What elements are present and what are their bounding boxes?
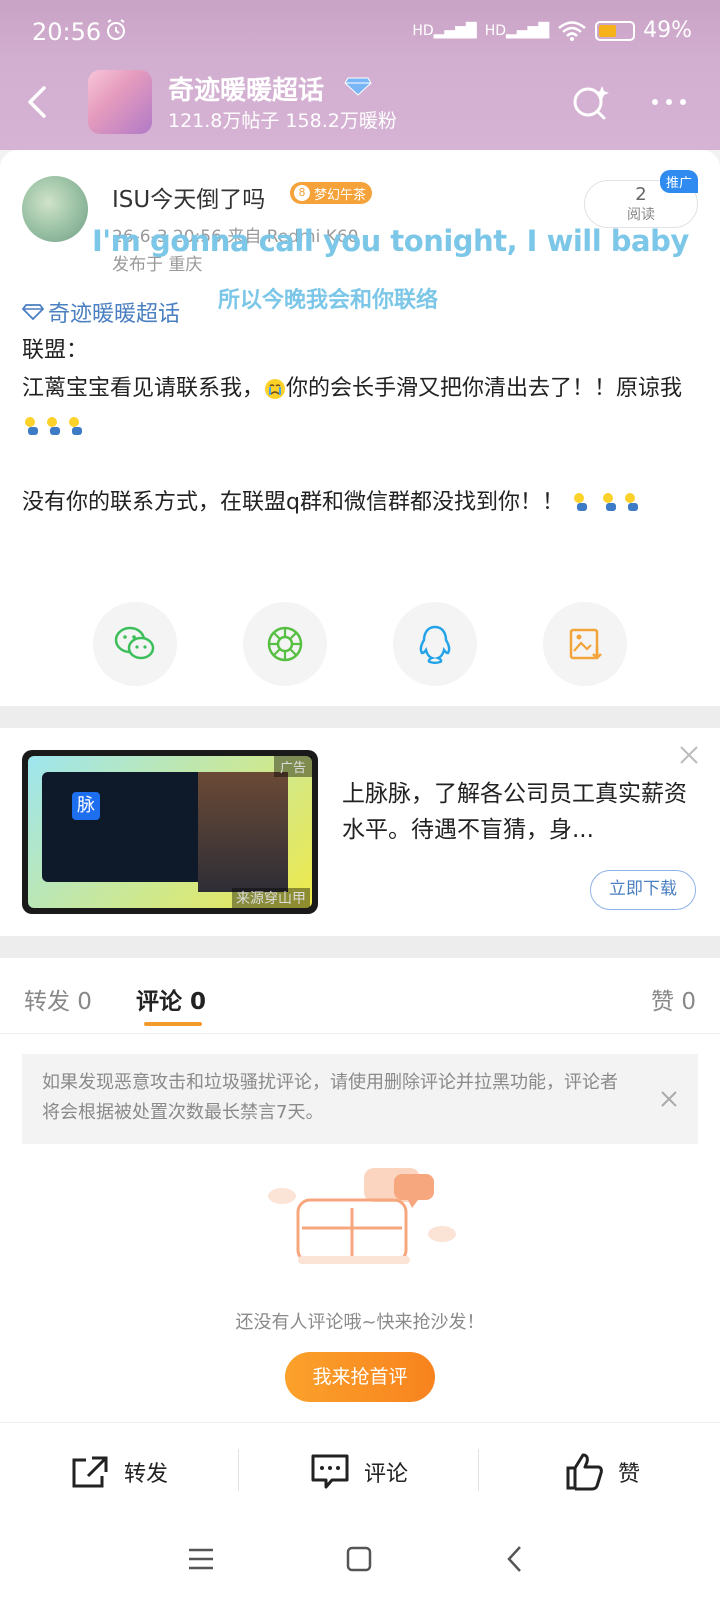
system-nav-bar: [0, 1520, 720, 1599]
action-separator-2: [478, 1449, 479, 1491]
menu-icon[interactable]: [186, 1544, 216, 1574]
lyric-overlay-chinese: 所以今晚我会和你联络: [218, 288, 439, 313]
kneel-emoji-icon: [573, 493, 587, 511]
ad-label: 广告: [273, 756, 312, 777]
share-wechat-button[interactable]: [93, 602, 177, 686]
lyric-overlay-english: I'm gonna call you tonight, I will baby: [92, 224, 689, 258]
signal-icon: HD▂▄▆█: [412, 22, 477, 39]
body-text-3: 没有你的联系方式，在联盟q群和微信群都没找到你！！: [22, 490, 564, 515]
kneel-emoji-icon: [69, 417, 82, 435]
ad-download-button[interactable]: 立即下载: [590, 870, 696, 910]
diamond-icon: [22, 304, 44, 320]
topic-stats: 121.8万帖子 158.2万暖粉: [168, 110, 397, 132]
signal-icon-2: HD▂▄▆█: [484, 22, 550, 39]
back-arrow-icon[interactable]: [20, 82, 56, 122]
share-row: [0, 602, 720, 686]
sparkle-search-icon[interactable]: [570, 82, 610, 122]
author-avatar[interactable]: [22, 176, 88, 242]
ad-text[interactable]: 上脉脉，了解各公司员工真实薪资水平。待遇不盲猜，身...: [342, 776, 692, 848]
level-title: 梦幻午茶: [314, 187, 367, 203]
body-paragraph: 江蓠宝宝看见请联系我， 你的会长手滑又把你清出去了！！原谅我: [22, 370, 698, 446]
maimai-logo: 脉: [72, 792, 100, 820]
empty-sofa-icon: [268, 1168, 456, 1264]
back-icon[interactable]: [500, 1544, 530, 1574]
battery-percent: 49%: [643, 18, 692, 43]
ad-card[interactable]: 脉 广告 来源穿山甲 上脉脉，了解各公司员工真实薪资水平。待遇不盲猜，身... …: [0, 728, 720, 936]
battery-icon: [595, 20, 636, 41]
author-name[interactable]: ISU今天倒了吗: [112, 180, 265, 214]
post-card: ISU今天倒了吗 8 梦幻午茶 26-6-3 20:56 来自 Redmi K6…: [0, 150, 720, 706]
author-level-badge: 8 梦幻午茶: [290, 182, 373, 204]
kneel-emoji-icon: [602, 493, 616, 511]
read-label: 阅读: [627, 207, 655, 223]
save-image-icon: [569, 628, 602, 660]
diamond-badge-icon: [344, 77, 372, 96]
action-separator: [238, 1449, 239, 1491]
more-options-icon[interactable]: [652, 94, 692, 110]
share-moments-button[interactable]: [243, 602, 327, 686]
crying-emoji-icon: [265, 379, 286, 399]
notice-text: 如果发现恶意攻击和垃圾骚扰评论，请使用删除评论并拉黑功能，评论者将会根据被处置次…: [42, 1072, 618, 1123]
section-divider-2: [0, 936, 720, 958]
empty-comments-text: 还没有人评论哦~快来抢沙发！: [235, 1312, 485, 1333]
action-bar: 转发 评论 赞: [0, 1422, 720, 1520]
tab-repost[interactable]: 转发 0: [24, 982, 92, 1016]
like-label: 赞: [618, 1462, 641, 1487]
ad-thumbnail[interactable]: 脉 广告 来源穿山甲: [22, 750, 318, 914]
comment-tabs: 转发 0 评论 0 赞 0: [0, 958, 720, 1034]
moments-icon: [267, 626, 303, 662]
ad-source: 来源穿山甲: [232, 888, 310, 908]
share-qq-button[interactable]: [393, 602, 477, 686]
thumbs-up-icon: [566, 1453, 603, 1491]
ad-thumb-panel: [42, 772, 212, 882]
promo-tag: 推广: [659, 170, 698, 193]
close-icon[interactable]: [678, 744, 700, 766]
topic-title[interactable]: 奇迹暖暖超话: [168, 70, 324, 107]
post-body: 联盟： 江蓠宝宝看见请联系我， 你的会长手滑又把你清出去了！！原谅我 没有你的联系…: [22, 332, 698, 522]
status-bar: 20:56 HD▂▄▆█ HD▂▄▆█ 49%: [0, 0, 720, 60]
repost-icon: [72, 1456, 108, 1488]
body-text: 江蓠宝宝看见请联系我，: [22, 376, 265, 401]
alarm-icon: [107, 19, 125, 40]
like-button[interactable]: 赞: [564, 1451, 640, 1493]
kneel-emoji-icon: [25, 417, 38, 435]
topic-header: 奇迹暖暖超话 121.8万帖子 158.2万暖粉: [0, 60, 720, 150]
topic-avatar[interactable]: [88, 70, 152, 134]
comment-icon: [311, 1454, 349, 1489]
comments-section: 转发 0 评论 0 赞 0 如果发现恶意攻击和垃圾骚扰评论，请使用删除评论并拉黑…: [0, 958, 720, 1422]
repost-label: 转发: [124, 1462, 169, 1487]
topic-link[interactable]: 奇迹暖暖超话: [22, 296, 180, 328]
body-spacer: [22, 446, 698, 484]
home-icon[interactable]: [344, 1544, 374, 1574]
repost-button[interactable]: 转发: [70, 1451, 168, 1493]
tab-comment[interactable]: 评论 0: [136, 982, 206, 1016]
kneel-emoji-icon: [624, 493, 638, 511]
close-icon[interactable]: [660, 1090, 678, 1108]
level-number: 8: [294, 185, 310, 201]
wechat-icon: [114, 626, 155, 660]
wifi-icon: [558, 20, 586, 41]
body-text-2: 你的会长手滑又把你清出去了！！原谅我: [286, 376, 683, 401]
body-line: 联盟：: [22, 338, 89, 363]
kneel-emoji-icon: [47, 417, 60, 435]
status-time: 20:56: [32, 18, 102, 46]
comment-button[interactable]: 评论: [310, 1451, 408, 1493]
topic-link-label: 奇迹暖暖超话: [48, 302, 181, 327]
save-image-button[interactable]: [543, 602, 627, 686]
section-divider: [0, 706, 720, 728]
ad-thumb-video: [198, 772, 288, 892]
tab-like[interactable]: 赞 0: [651, 982, 696, 1016]
first-comment-button[interactable]: 我来抢首评: [285, 1352, 435, 1402]
comment-notice: 如果发现恶意攻击和垃圾骚扰评论，请使用删除评论并拉黑功能，评论者将会根据被处置次…: [22, 1054, 698, 1144]
body-paragraph-2: 没有你的联系方式，在联盟q群和微信群都没找到你！！: [22, 484, 698, 522]
qq-icon: [419, 625, 451, 664]
tab-active-indicator: [144, 1022, 202, 1026]
comment-label: 评论: [364, 1462, 409, 1487]
